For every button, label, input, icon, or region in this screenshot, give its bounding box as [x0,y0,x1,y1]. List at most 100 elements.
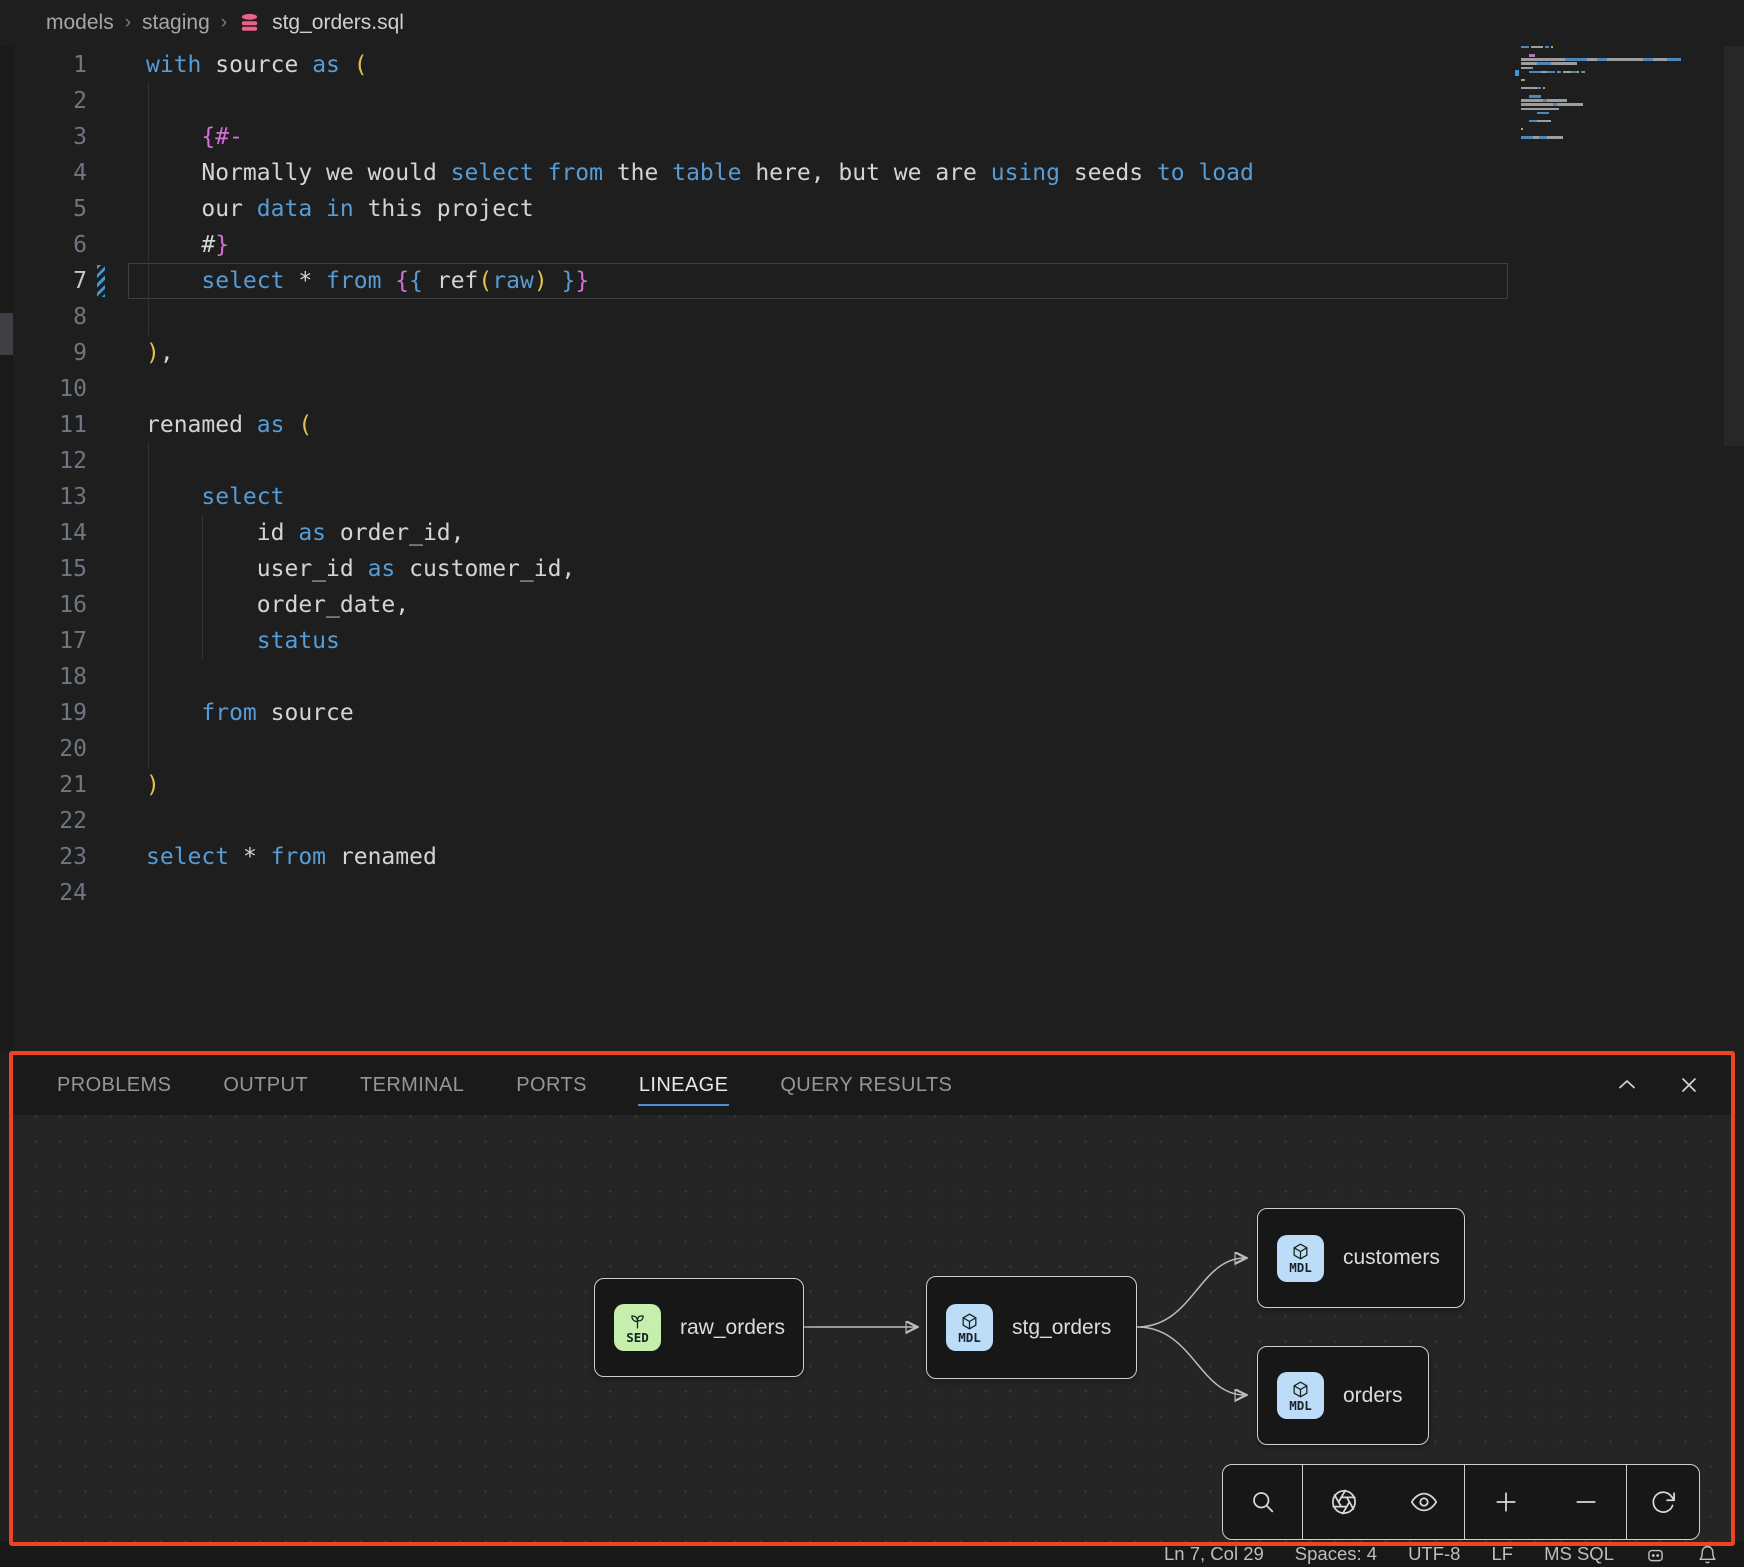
line-number[interactable]: 9 [0,335,87,371]
code-text[interactable]: id as order_id, [146,515,465,551]
tab-query-results[interactable]: QUERY RESULTS [779,1065,953,1106]
eye-button[interactable] [1384,1465,1464,1539]
code-text[interactable]: Normally we would select from the table … [146,155,1254,191]
line-number[interactable]: 21 [0,767,87,803]
code-line-9[interactable]: 9), [0,335,1505,371]
code-line-19[interactable]: 19 from source [0,695,1505,731]
line-number[interactable]: 3 [0,119,87,155]
lineage-node-orders[interactable]: MDLorders [1257,1346,1429,1445]
status-encoding[interactable]: UTF-8 [1408,1543,1460,1565]
line-number[interactable]: 17 [0,623,87,659]
line-number[interactable]: 2 [0,83,87,119]
line-number[interactable]: 16 [0,587,87,623]
code-text[interactable]: user_id as customer_id, [146,551,575,587]
status-indentation[interactable]: Spaces: 4 [1295,1543,1377,1565]
line-number[interactable]: 6 [0,227,87,263]
code-line-8[interactable]: 8 [0,299,1505,335]
minimap-line [1521,54,1535,56]
line-number[interactable]: 22 [0,803,87,839]
line-number[interactable]: 15 [0,551,87,587]
line-number[interactable]: 23 [0,839,87,875]
line-number[interactable]: 11 [0,407,87,443]
code-line-23[interactable]: 23 select * from renamed [0,839,1505,875]
tab-output[interactable]: OUTPUT [222,1065,309,1106]
zoom-out-button[interactable] [1546,1465,1626,1539]
code-line-14[interactable]: 14 id as order_id, [0,515,1505,551]
code-line-21[interactable]: 21) [0,767,1505,803]
code-line-2[interactable]: 2 [0,83,1505,119]
lineage-canvas[interactable]: SEDraw_orders MDLstg_orders MDLcustomers MD… [13,1115,1731,1542]
line-number[interactable]: 13 [0,479,87,515]
tab-problems[interactable]: PROBLEMS [56,1065,172,1106]
line-number[interactable]: 12 [0,443,87,479]
refresh-button[interactable] [1626,1465,1699,1539]
bottom-panel-annotated: PROBLEMS OUTPUT TERMINAL PORTS LINEAGE QUERY … [9,1051,1735,1546]
code-line-13[interactable]: 13 select [0,479,1505,515]
line-number[interactable]: 20 [0,731,87,767]
close-icon[interactable] [1677,1073,1701,1097]
aperture-button[interactable] [1302,1465,1384,1539]
code-text[interactable]: order_date, [146,587,409,623]
breadcrumb-item-staging[interactable]: staging [142,11,210,35]
code-text[interactable]: from source [146,695,354,731]
line-number[interactable]: 10 [0,371,87,407]
bell-icon[interactable] [1697,1544,1718,1565]
code-line-17[interactable]: 17 status [0,623,1505,659]
status-cursor-position[interactable]: Ln 7, Col 29 [1164,1543,1264,1565]
code-line-6[interactable]: 6 #} [0,227,1505,263]
code-text[interactable]: #} [146,227,229,263]
status-language-mode[interactable]: MS SQL [1544,1543,1614,1565]
code-text[interactable]: status [146,623,340,659]
code-text[interactable]: select * from renamed [146,839,437,875]
node-label: raw_orders [680,1316,785,1340]
code-line-4[interactable]: 4 Normally we would select from the tabl… [0,155,1505,191]
line-number[interactable]: 8 [0,299,87,335]
line-number[interactable]: 4 [0,155,87,191]
code-line-11[interactable]: 11 renamed as ( [0,407,1505,443]
code-line-22[interactable]: 22 [0,803,1505,839]
line-number[interactable]: 24 [0,875,87,911]
search-button[interactable] [1223,1465,1302,1539]
code-text[interactable]: ) [146,767,160,803]
zoom-in-button[interactable] [1464,1465,1546,1539]
minimap[interactable] [1521,46,1701,186]
lineage-node-raw_orders[interactable]: SEDraw_orders [594,1278,804,1377]
code-text[interactable]: {#- [146,119,243,155]
code-text[interactable]: ), [146,335,174,371]
lineage-node-customers[interactable]: MDLcustomers [1257,1208,1465,1308]
chevron-up-icon[interactable] [1615,1073,1639,1097]
minimap-slider[interactable] [1724,46,1744,446]
line-number[interactable]: 19 [0,695,87,731]
code-text[interactable]: renamed as ( [146,407,312,443]
code-line-7[interactable]: 7 select * from {{ ref(raw) }} [0,263,1505,299]
tab-lineage[interactable]: LINEAGE [638,1065,730,1106]
line-number[interactable]: 14 [0,515,87,551]
code-line-24[interactable]: 24 [0,875,1505,911]
status-eol[interactable]: LF [1491,1543,1513,1565]
code-line-16[interactable]: 16 order_date, [0,587,1505,623]
lineage-node-stg_orders[interactable]: MDLstg_orders [926,1276,1137,1379]
code-text[interactable]: select [146,479,284,515]
code-line-10[interactable]: 10 [0,371,1505,407]
code-line-1[interactable]: 1 with source as ( [0,47,1505,83]
line-number[interactable]: 18 [0,659,87,695]
code-text[interactable]: with source as ( [146,47,368,83]
code-line-3[interactable]: 3 {#- [0,119,1505,155]
line-number[interactable]: 5 [0,191,87,227]
line-number[interactable]: 1 [0,47,87,83]
robot-icon[interactable] [1645,1544,1666,1565]
tab-terminal[interactable]: TERMINAL [359,1065,465,1106]
tab-ports[interactable]: PORTS [515,1065,588,1106]
breadcrumb-item-models[interactable]: models [46,11,114,35]
code-line-15[interactable]: 15 user_id as customer_id, [0,551,1505,587]
code-text[interactable]: select * from {{ ref(raw) }} [146,263,589,299]
code-line-20[interactable]: 20 [0,731,1505,767]
code-editor[interactable]: 1with source as (23 {#-4 Normally we wou… [0,47,1505,911]
breadcrumb-file[interactable]: stg_orders.sql [272,11,404,35]
code-line-5[interactable]: 5 our data in this project [0,191,1505,227]
code-line-12[interactable]: 12 [0,443,1505,479]
code-line-18[interactable]: 18 [0,659,1505,695]
code-text[interactable]: our data in this project [146,191,534,227]
line-number[interactable]: 7 [0,263,87,299]
edge-stg_orders-orders [1137,1327,1245,1395]
